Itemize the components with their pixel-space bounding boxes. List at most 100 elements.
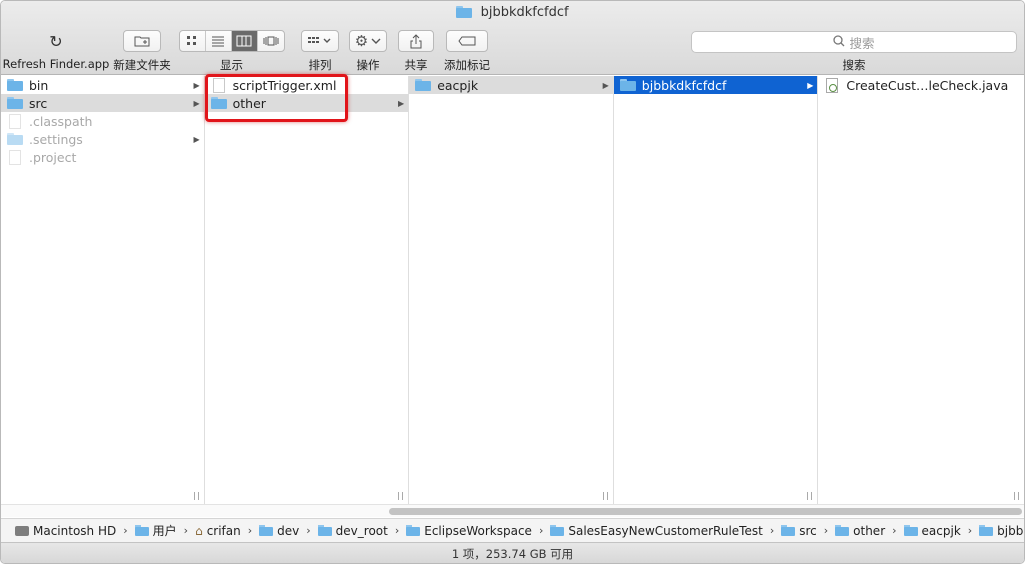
item-name: bin [29, 77, 49, 93]
folder-icon [134, 525, 149, 536]
refresh-finder-button[interactable]: ↻ Refresh Finder.app [3, 30, 110, 72]
folder-icon [7, 79, 23, 91]
folder-icon [456, 6, 473, 18]
path-item-eclipseworkspace[interactable]: EclipseWorkspace [406, 524, 532, 538]
new-folder-label: 新建文件夹 [113, 58, 171, 72]
folder-icon [781, 525, 796, 536]
toolbar: bjbbkdkfcfdcf ↻ Refresh Finder.app 新建文件夹 [1, 1, 1024, 75]
search-placeholder: 搜索 [849, 35, 875, 51]
path-item-dev-root[interactable]: dev_root [317, 523, 388, 538]
disclosure-arrow-icon: ▶ [398, 98, 405, 108]
folder-icon [7, 133, 23, 145]
path-label: dev_root [335, 523, 388, 538]
window-title-text: bjbbkdkfcfdcf [480, 5, 569, 20]
list-item-classpath[interactable]: .classpath [1, 112, 204, 130]
chevron-right-icon: › [538, 524, 544, 537]
folder-icon [550, 525, 565, 536]
scrollbar-thumb[interactable] [389, 508, 1022, 515]
path-label: SalesEasyNewCustomerRuleTest [568, 523, 763, 538]
list-item-settings[interactable]: .settings ▶ [1, 130, 204, 148]
finder-window: bjbbkdkfcfdcf ↻ Refresh Finder.app 新建文件夹 [0, 0, 1025, 564]
column-resize-handle[interactable] [602, 492, 608, 500]
arrange-label: 排列 [308, 58, 332, 72]
column-3: eacpjk ▶ [409, 76, 614, 504]
chevron-right-icon: › [892, 524, 897, 537]
new-folder-button[interactable]: 新建文件夹 [112, 30, 172, 73]
path-item-eacpjk[interactable]: eacpjk [903, 524, 961, 538]
icon-view-button[interactable] [180, 31, 206, 51]
column-resize-handle[interactable] [807, 492, 813, 500]
share-label: 共享 [404, 58, 428, 72]
path-item-project[interactable]: SalesEasyNewCustomerRuleTest [550, 523, 763, 538]
cover-flow-button[interactable] [258, 31, 284, 51]
chevron-right-icon: › [123, 524, 128, 537]
add-tag-button[interactable]: 添加标记 [442, 30, 492, 73]
chevron-right-icon: › [394, 524, 400, 537]
add-tag-label: 添加标记 [444, 58, 490, 72]
folder-icon [619, 79, 636, 91]
column-view-button[interactable] [231, 31, 258, 51]
disclosure-arrow-icon: ▶ [193, 98, 200, 108]
column-1: bin ▶ src ▶ .classpath .settings ▶ .proj… [1, 76, 205, 504]
list-item-bin[interactable]: bin ▶ [1, 76, 204, 94]
folder-icon [259, 525, 274, 536]
disclosure-arrow-icon: ▶ [602, 80, 609, 90]
list-item-project[interactable]: .project [1, 148, 204, 166]
tag-icon [446, 30, 488, 52]
horizontal-scrollbar[interactable] [1, 504, 1024, 517]
file-icon [9, 149, 21, 165]
search-icon [833, 34, 845, 50]
column-4: bjbbkdkfcfdcf ▶ [613, 76, 819, 504]
view-label: 显示 [220, 58, 243, 72]
path-item-users[interactable]: 用户 [134, 522, 177, 539]
chevron-right-icon: › [823, 524, 829, 537]
arrange-icon [301, 30, 339, 52]
path-item-macintosh-hd[interactable]: Macintosh HD [15, 524, 116, 538]
home-icon: ⌂ [195, 523, 203, 538]
column-resize-handle[interactable] [1013, 492, 1019, 500]
status-bar: 1 项，253.74 GB 可用 [1, 542, 1024, 563]
path-bar: Macintosh HD › 用户 › ⌂ crifan › dev › dev_… [1, 518, 1024, 542]
path-item-crifan[interactable]: ⌂ crifan [195, 524, 241, 538]
path-item-bjbbkdkfcfdcf[interactable]: bjbbkdkfcfdcf [979, 523, 1024, 538]
status-text: 1 项，253.74 GB 可用 [451, 547, 574, 561]
folder-icon [835, 525, 850, 536]
search-input[interactable]: 搜索 [691, 31, 1017, 53]
refresh-label: Refresh Finder.app [2, 57, 110, 71]
column-resize-handle[interactable] [193, 492, 199, 500]
refresh-icon: ↻ [49, 31, 63, 51]
arrange-button[interactable]: 排列 [300, 30, 340, 73]
share-button[interactable]: 共享 [397, 30, 435, 73]
path-item-dev[interactable]: dev [259, 524, 299, 538]
path-label: src [799, 523, 817, 538]
column-2: scriptTrigger.xml other ▶ [204, 76, 410, 504]
folder-icon [406, 525, 421, 536]
action-button[interactable]: ⚙ 操作 [348, 30, 388, 73]
list-item-java-file[interactable]: CreateCust…leCheck.java [818, 76, 1024, 94]
path-item-src[interactable]: src [781, 524, 817, 538]
folder-icon [415, 79, 432, 91]
item-name: src [29, 95, 48, 111]
item-name: bjbbkdkfcfdcf [641, 77, 727, 93]
disclosure-arrow-icon: ▶ [807, 80, 814, 90]
file-icon [9, 113, 21, 129]
annotation-highlight-box [205, 74, 348, 122]
list-item-bjbbkdkfcfdcf[interactable]: bjbbkdkfcfdcf ▶ [613, 76, 818, 94]
column-browser: bin ▶ src ▶ .classpath .settings ▶ .proj… [1, 76, 1024, 504]
path-item-other[interactable]: other [835, 524, 885, 538]
path-label: other [853, 523, 886, 538]
disclosure-arrow-icon: ▶ [193, 134, 200, 144]
path-label: Macintosh HD [33, 523, 117, 538]
list-item-eacpjk[interactable]: eacpjk ▶ [409, 76, 613, 94]
path-label: crifan [206, 523, 241, 538]
path-label: bjbbkdkfcfdcf [997, 523, 1024, 538]
search-label: 搜索 [842, 58, 866, 72]
folder-icon [903, 525, 918, 536]
item-name: eacpjk [437, 77, 479, 93]
list-view-button[interactable] [206, 31, 232, 51]
list-item-src[interactable]: src ▶ [1, 94, 204, 112]
new-folder-icon [123, 30, 161, 52]
chevron-right-icon: › [769, 524, 775, 537]
column-resize-handle[interactable] [398, 492, 404, 500]
path-label: dev [277, 523, 300, 538]
